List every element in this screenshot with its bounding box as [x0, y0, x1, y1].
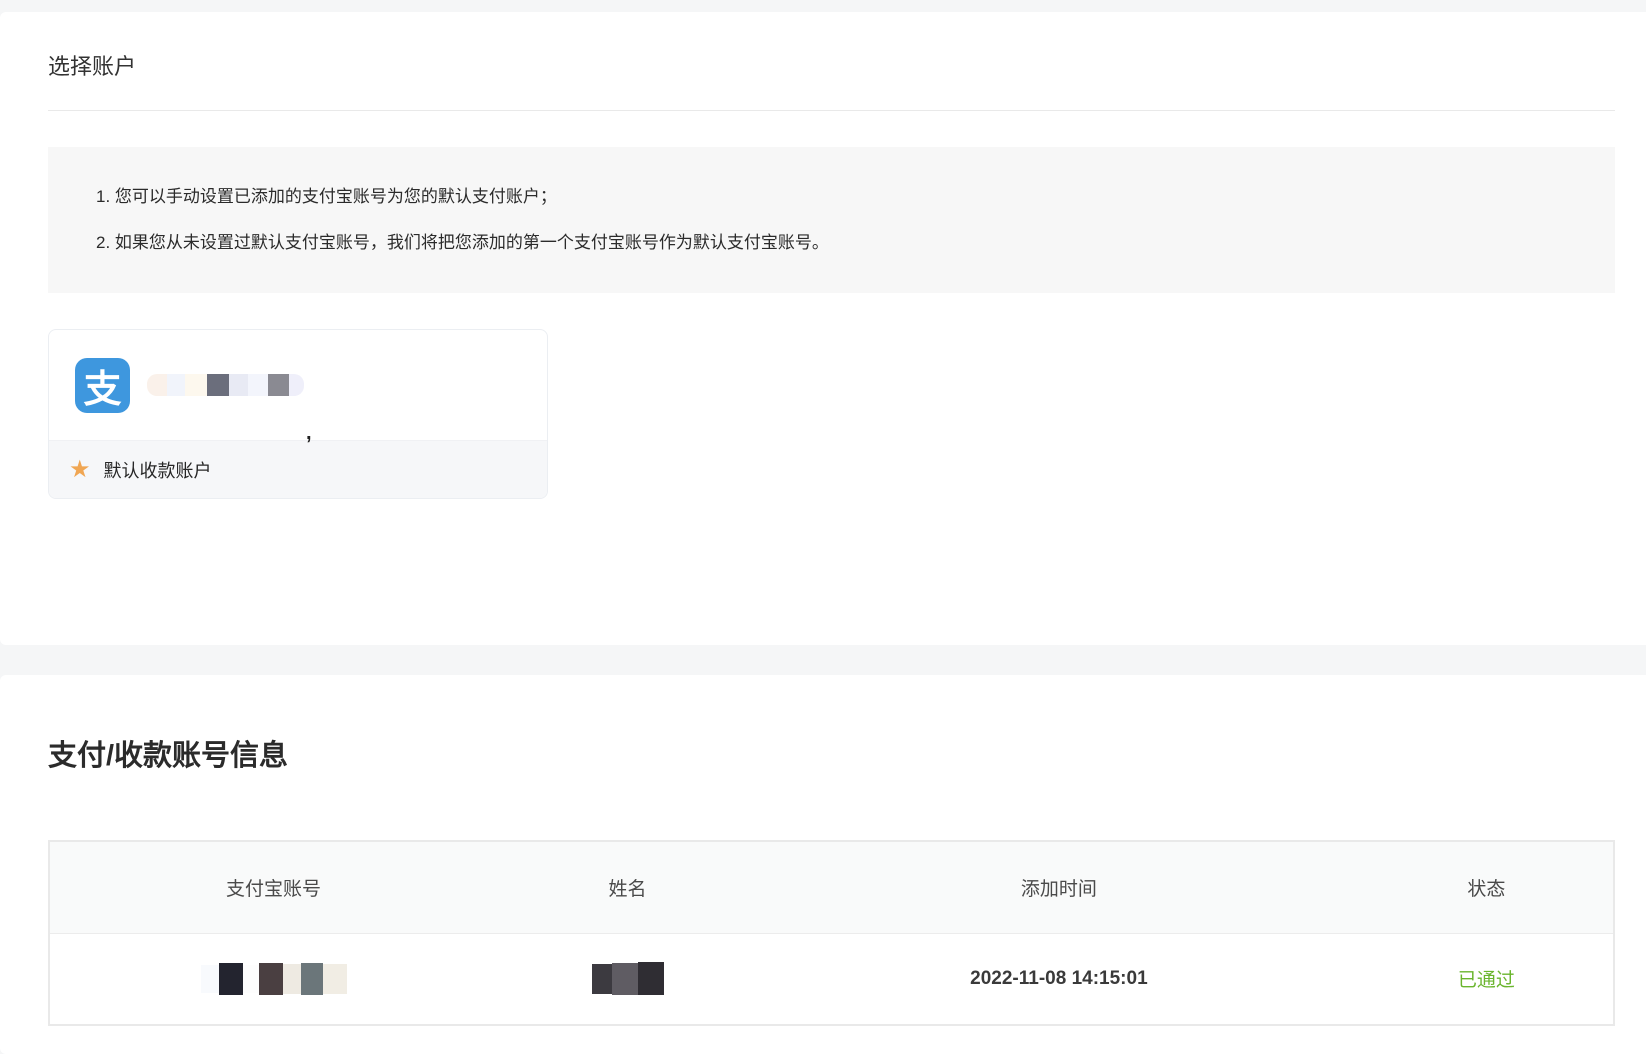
account-card-top: 支 ,	[49, 330, 547, 440]
masked-name	[592, 962, 664, 995]
table-header-row: 支付宝账号 姓名 添加时间 状态	[50, 842, 1613, 933]
cell-added-time: 2022-11-08 14:15:01	[758, 933, 1360, 1024]
notice-box: 1. 您可以手动设置已添加的支付宝账号为您的默认支付账户； 2. 如果您从未设置…	[48, 147, 1615, 293]
masked-account-tail: ,	[306, 426, 312, 440]
account-table: 支付宝账号 姓名 添加时间 状态	[48, 840, 1615, 1026]
col-header-added-time: 添加时间	[758, 842, 1360, 933]
cell-status: 已通过	[1360, 933, 1613, 1024]
star-icon: ★	[69, 458, 91, 482]
account-info-title: 支付/收款账号信息	[48, 675, 1615, 777]
default-account-label: 默认收款账户	[104, 457, 212, 483]
alipay-account-card[interactable]: 支 , ★ 默认收款账户	[48, 329, 548, 499]
col-header-name: 姓名	[497, 842, 758, 933]
status-badge: 已通过	[1458, 970, 1515, 991]
account-info-panel: 支付/收款账号信息 支付宝账号 姓名 添加时间 状态	[0, 675, 1646, 1054]
select-account-panel: 选择账户 1. 您可以手动设置已添加的支付宝账号为您的默认支付账户； 2. 如果…	[0, 12, 1646, 645]
col-header-status: 状态	[1360, 842, 1613, 933]
notice-line-1: 1. 您可以手动设置已添加的支付宝账号为您的默认支付账户；	[96, 174, 1575, 220]
notice-line-2: 2. 如果您从未设置过默认支付宝账号，我们将把您添加的第一个支付宝账号作为默认支…	[96, 220, 1575, 266]
masked-account-number	[147, 374, 304, 396]
col-header-alipay-account: 支付宝账号	[50, 842, 497, 933]
account-table-row: 2022-11-08 14:15:01 已通过	[50, 933, 1613, 1024]
added-time-value: 2022-11-08 14:15:01	[970, 968, 1147, 989]
alipay-icon: 支	[75, 358, 130, 413]
cell-alipay-account	[50, 933, 497, 1024]
default-account-badge: ★ 默认收款账户	[49, 440, 547, 499]
masked-alipay-account	[201, 963, 347, 995]
cell-name	[497, 933, 758, 1024]
select-account-title: 选择账户	[48, 12, 1615, 111]
